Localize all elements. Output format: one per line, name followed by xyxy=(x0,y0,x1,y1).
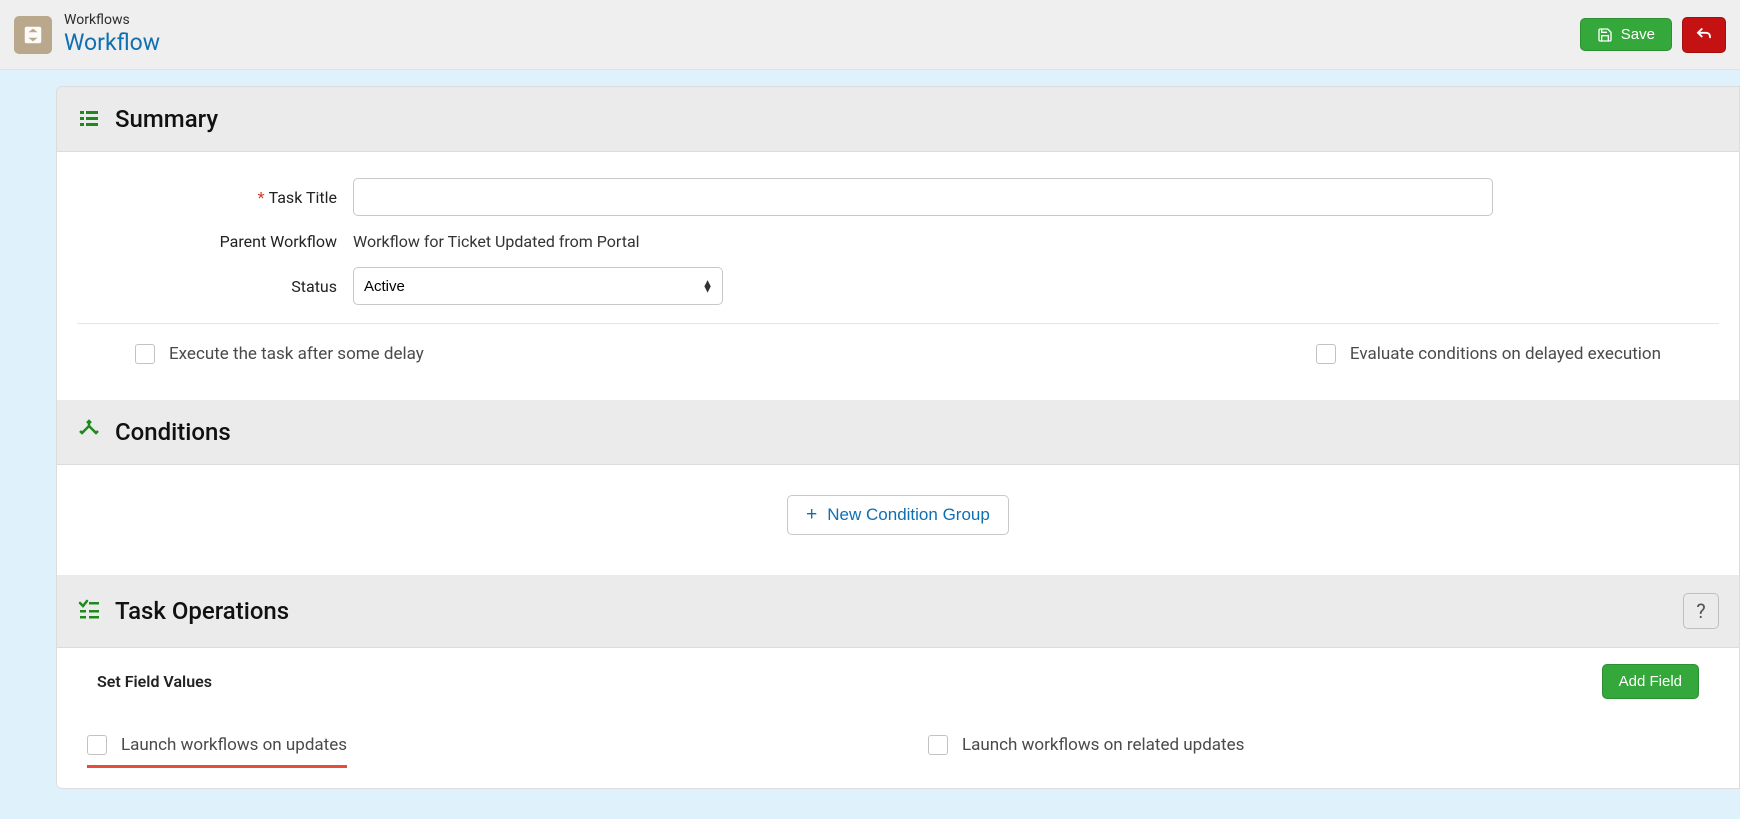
launch-options-row: Launch workflows on updates Launch workf… xyxy=(57,715,1739,788)
launch-on-related-checkbox[interactable] xyxy=(928,735,948,755)
parent-workflow-value: Workflow for Ticket Updated from Portal xyxy=(353,232,1719,251)
execute-delay-checkbox-wrap[interactable]: Execute the task after some delay xyxy=(135,344,424,364)
evaluate-delay-checkbox[interactable] xyxy=(1316,344,1336,364)
launch-on-related-wrap[interactable]: Launch workflows on related updates xyxy=(928,735,1244,755)
set-field-values-label: Set Field Values xyxy=(97,672,212,691)
task-title-row: *Task Title xyxy=(77,170,1719,224)
summary-heading: Summary xyxy=(115,105,218,133)
save-button-label: Save xyxy=(1621,26,1655,43)
operations-heading: Task Operations xyxy=(115,597,289,625)
add-field-button[interactable]: Add Field xyxy=(1602,664,1699,699)
operations-header: Task Operations ? xyxy=(57,575,1739,648)
launch-on-updates-checkbox[interactable] xyxy=(87,735,107,755)
status-select[interactable] xyxy=(353,267,723,305)
execute-delay-checkbox[interactable] xyxy=(135,344,155,364)
status-row: Status ▲▼ xyxy=(77,259,1719,313)
save-button[interactable]: Save xyxy=(1580,18,1672,51)
set-field-values-row: Set Field Values Add Field xyxy=(57,648,1739,715)
workflow-app-icon xyxy=(22,24,44,46)
app-icon xyxy=(14,16,52,54)
breadcrumb[interactable]: Workflows xyxy=(64,12,160,29)
operations-icon xyxy=(77,597,101,625)
help-icon: ? xyxy=(1696,599,1705,623)
topbar: Workflows Workflow Save xyxy=(0,0,1740,70)
task-title-input[interactable] xyxy=(353,178,1493,216)
plus-icon: + xyxy=(806,504,817,526)
launch-on-updates-wrap[interactable]: Launch workflows on updates xyxy=(87,735,347,755)
new-condition-group-label: New Condition Group xyxy=(827,505,990,525)
parent-workflow-row: Parent Workflow Workflow for Ticket Upda… xyxy=(77,224,1719,259)
launch-on-related-label: Launch workflows on related updates xyxy=(962,735,1244,755)
new-condition-group-button[interactable]: + New Condition Group xyxy=(787,495,1009,535)
summary-icon xyxy=(77,107,101,131)
summary-header: Summary xyxy=(57,87,1739,152)
delay-options-row: Execute the task after some delay Evalua… xyxy=(77,323,1719,378)
add-field-label: Add Field xyxy=(1619,673,1682,690)
undo-arrow-icon xyxy=(1695,26,1713,44)
conditions-icon xyxy=(77,418,101,446)
task-title-label: Task Title xyxy=(269,188,337,207)
evaluate-delay-label: Evaluate conditions on delayed execution xyxy=(1350,344,1661,364)
page-title: Workflow xyxy=(64,29,160,57)
status-label: Status xyxy=(77,277,337,296)
conditions-heading: Conditions xyxy=(115,418,231,446)
execute-delay-label: Execute the task after some delay xyxy=(169,344,424,364)
form-card: Summary *Task Title Parent Workflow Work… xyxy=(56,86,1740,789)
cancel-button[interactable] xyxy=(1682,17,1726,53)
help-button[interactable]: ? xyxy=(1683,593,1719,629)
launch-on-updates-label: Launch workflows on updates xyxy=(121,735,347,755)
title-block: Workflows Workflow xyxy=(64,12,160,56)
parent-workflow-label: Parent Workflow xyxy=(77,232,337,251)
conditions-header: Conditions xyxy=(57,400,1739,465)
evaluate-delay-checkbox-wrap[interactable]: Evaluate conditions on delayed execution xyxy=(1316,344,1661,364)
save-icon xyxy=(1597,27,1613,43)
